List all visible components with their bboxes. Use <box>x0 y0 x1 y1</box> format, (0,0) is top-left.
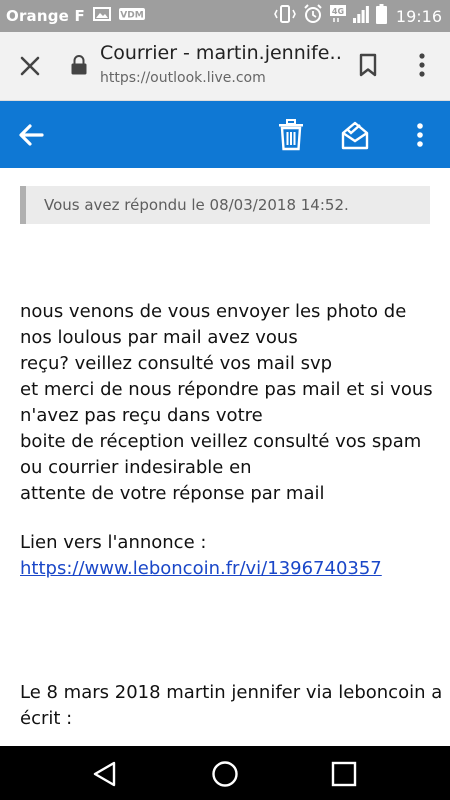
vdm-icon: VDM <box>118 7 145 25</box>
body-line: nos loulous par mail avez vous <box>20 327 298 348</box>
message-body: nous venons de vous envoyer les photo de… <box>20 299 443 732</box>
body-line: et merci de nous répondre pas mail et si… <box>20 379 433 400</box>
more-vert-icon[interactable] <box>410 50 434 80</box>
alarm-icon <box>303 4 323 28</box>
close-icon[interactable] <box>16 52 44 80</box>
recents-square-icon[interactable] <box>329 759 359 789</box>
body-line: attente de votre réponse par mail <box>20 483 325 504</box>
system-nav-bar <box>0 746 450 800</box>
body-line: reçu? veillez consulté vos mail svp <box>20 353 333 374</box>
back-arrow-icon[interactable] <box>16 121 46 149</box>
mail-toolbar <box>0 101 450 168</box>
replied-banner: Vous avez répondu le 08/03/2018 14:52. <box>20 186 430 224</box>
body-line: boite de réception veillez consulté vos … <box>20 431 422 452</box>
lock-icon <box>70 54 88 76</box>
vdm-label: VDM <box>120 11 143 21</box>
4g-icon: 4G <box>329 5 346 27</box>
quote-header: Le 8 mars 2018 martin jennifer via lebon… <box>20 682 443 703</box>
carrier-name: Orange F <box>6 7 85 25</box>
vibrate-icon <box>273 5 296 27</box>
page-title[interactable]: Courrier - martin.jennife… <box>100 42 340 64</box>
listing-link[interactable]: https://www.leboncoin.fr/vi/1396740357 <box>20 558 382 579</box>
svg-text:4G: 4G <box>332 7 344 16</box>
quote-header-cont: écrit : <box>20 708 73 729</box>
browser-toolbar: Courrier - martin.jennife… https://outlo… <box>0 32 450 101</box>
message-view[interactable]: Vous avez répondu le 08/03/2018 14:52. n… <box>0 168 450 746</box>
link-label: Lien vers l'annonce : <box>20 532 207 553</box>
image-icon <box>92 7 111 25</box>
bookmark-icon[interactable] <box>356 52 380 78</box>
battery-icon <box>375 4 387 28</box>
clock: 19:16 <box>395 6 442 26</box>
back-triangle-icon[interactable] <box>90 759 120 789</box>
signal-icon <box>352 5 369 27</box>
body-line: n'avez pas reçu dans votre <box>20 405 263 426</box>
body-line: ou courrier indesirable en <box>20 457 252 478</box>
status-bar: Orange F VDM 4G 19:16 <box>0 0 450 32</box>
mark-read-icon[interactable] <box>340 119 370 151</box>
more-vert-icon[interactable] <box>408 119 432 151</box>
home-circle-icon[interactable] <box>210 759 240 789</box>
delete-icon[interactable] <box>278 119 304 151</box>
body-line: nous venons de vous envoyer les photo de <box>20 301 407 322</box>
page-url[interactable]: https://outlook.live.com <box>100 70 266 86</box>
